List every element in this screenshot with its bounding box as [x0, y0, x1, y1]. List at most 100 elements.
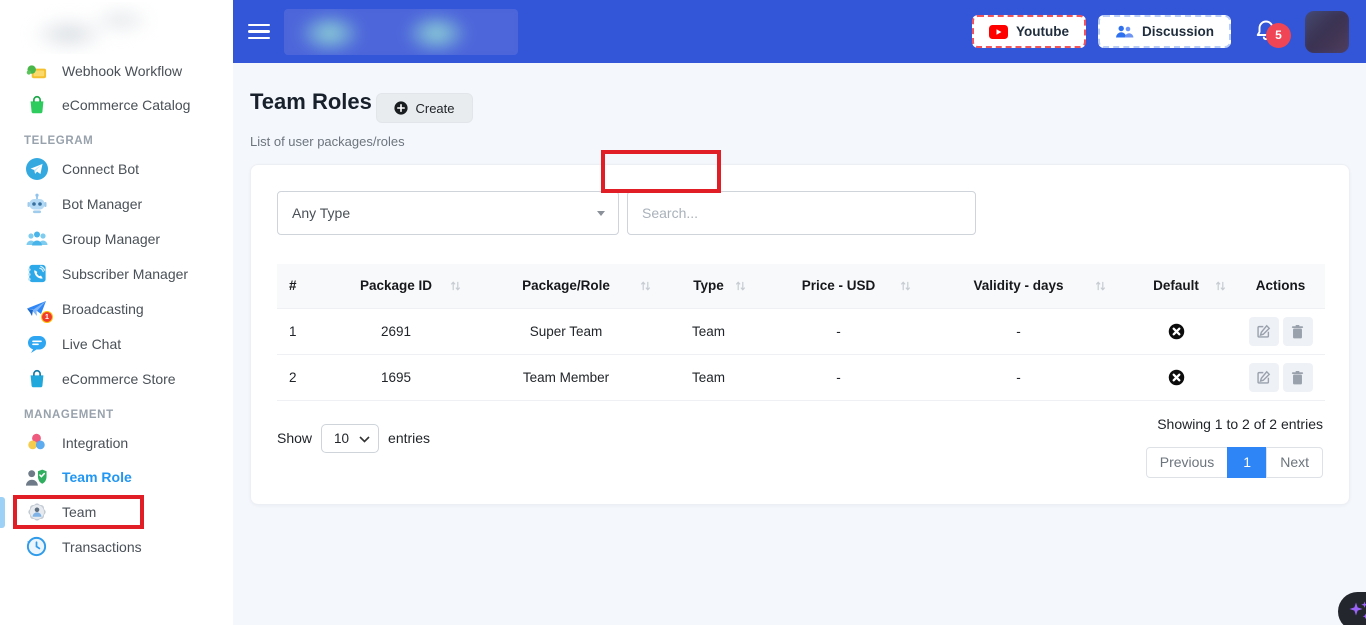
header-actions: Youtube Discussion 5: [972, 11, 1366, 53]
sidebar-item-live-chat[interactable]: Live Chat: [0, 326, 233, 361]
app-root: Webhook Workflow eCommerce Catalog TELEG…: [0, 0, 1366, 625]
sidebar-item-ecommerce-store[interactable]: eCommerce Store: [0, 361, 233, 396]
sidebar-item-label: Group Manager: [62, 231, 160, 247]
youtube-icon: [989, 25, 1008, 39]
type-cell: Team: [661, 354, 756, 400]
column-header-validity[interactable]: Validity - days: [921, 264, 1116, 308]
showing-entries-text: Showing 1 to 2 of 2 entries: [1157, 416, 1323, 432]
column-header-package-role[interactable]: Package/Role: [471, 264, 661, 308]
people-group-icon: [24, 226, 49, 251]
sidebar-item-subscriber-manager[interactable]: Subscriber Manager: [0, 256, 233, 291]
sort-icon[interactable]: [900, 280, 911, 292]
discussion-button-label: Discussion: [1142, 24, 1214, 39]
sidebar-item-bot-manager[interactable]: Bot Manager: [0, 186, 233, 221]
sidebar-item-transactions[interactable]: Transactions: [0, 529, 233, 564]
team-roles-table: # Package ID Package/Role Type Price - U…: [277, 264, 1325, 401]
package-id-cell: 1695: [321, 354, 471, 400]
sort-icon[interactable]: [450, 280, 461, 292]
page-size-select[interactable]: 10: [321, 424, 379, 453]
column-header-actions: Actions: [1236, 264, 1325, 308]
column-header-type[interactable]: Type: [661, 264, 756, 308]
delete-button[interactable]: [1283, 363, 1313, 392]
youtube-button-label: Youtube: [1016, 24, 1069, 39]
sidebar-item-integration[interactable]: Integration: [0, 425, 233, 460]
sidebar-item-ecommerce-catalog[interactable]: eCommerce Catalog: [0, 88, 233, 122]
people-discussion-icon: [1115, 24, 1134, 39]
table-header-row: # Package ID Package/Role Type Price - U…: [277, 264, 1325, 308]
package-role-cell: Super Team: [471, 308, 661, 354]
page-1-button[interactable]: 1: [1227, 447, 1267, 478]
hamburger-menu-icon[interactable]: [248, 20, 272, 44]
chat-bubble-icon: [24, 331, 49, 356]
broadcasting-count-badge: 1: [41, 311, 53, 323]
sidebar-item-team[interactable]: Team: [0, 494, 233, 529]
type-filter-select[interactable]: Any Type: [277, 191, 619, 235]
previous-page-button[interactable]: Previous: [1146, 447, 1228, 478]
price-cell: -: [756, 308, 921, 354]
edit-button[interactable]: [1249, 317, 1279, 346]
row-number: 1: [277, 308, 321, 354]
edit-pencil-icon: [1256, 370, 1271, 385]
notifications-button[interactable]: 5: [1253, 12, 1287, 52]
type-cell: Team: [661, 308, 756, 354]
plus-circle-icon: [394, 101, 408, 115]
sidebar-item-label: Live Chat: [62, 336, 121, 352]
sidebar-item-label: Subscriber Manager: [62, 266, 188, 282]
sidebar-item-team-role[interactable]: Team Role: [0, 460, 233, 494]
sidebar-item-label: eCommerce Catalog: [62, 97, 190, 113]
webhook-workflow-icon: [24, 59, 49, 84]
clock-history-icon: [24, 534, 49, 559]
app-logo[interactable]: [8, 2, 158, 54]
search-input[interactable]: [627, 191, 976, 235]
column-header-package-id[interactable]: Package ID: [321, 264, 471, 308]
blurred-avatar-image: [1305, 11, 1349, 53]
pagination-area: Showing 1 to 2 of 2 entries Previous 1 N…: [1146, 416, 1323, 478]
sort-icon[interactable]: [735, 280, 746, 292]
column-header-num: #: [277, 264, 321, 308]
sidebar-item-webhook-workflow[interactable]: Webhook Workflow: [0, 54, 233, 88]
package-id-cell: 2691: [321, 308, 471, 354]
active-item-indicator: [0, 497, 5, 528]
sort-icon[interactable]: [1215, 280, 1226, 292]
youtube-button[interactable]: Youtube: [972, 15, 1086, 48]
delete-button[interactable]: [1283, 317, 1313, 346]
trash-icon: [1291, 324, 1304, 339]
sidebar-item-group-manager[interactable]: Group Manager: [0, 221, 233, 256]
default-disabled-icon: [1168, 323, 1185, 340]
sidebar-item-broadcasting[interactable]: 1 Broadcasting: [0, 291, 233, 326]
default-cell: [1116, 308, 1236, 354]
team-roles-card: Any Type # Package ID Package/Role Type: [250, 164, 1350, 505]
paper-plane-icon: 1: [24, 296, 49, 321]
create-button[interactable]: Create: [376, 93, 473, 123]
user-avatar[interactable]: [1305, 11, 1349, 53]
row-number: 2: [277, 354, 321, 400]
type-filter-value: Any Type: [292, 205, 350, 221]
top-header: Youtube Discussion 5: [233, 0, 1366, 63]
gear-person-icon: [24, 499, 49, 524]
shopping-bag-green-icon: [24, 93, 49, 118]
sidebar-item-connect-bot[interactable]: Connect Bot: [0, 151, 233, 186]
sidebar-item-label: Broadcasting: [62, 301, 144, 317]
column-header-price[interactable]: Price - USD: [756, 264, 921, 308]
sidebar-item-label: Team: [62, 504, 96, 520]
sidebar-item-label: Integration: [62, 435, 128, 451]
robot-icon: [24, 191, 49, 216]
actions-cell: [1236, 354, 1325, 400]
page-size-control: Show 10 entries: [277, 424, 430, 453]
sort-icon[interactable]: [1095, 280, 1106, 292]
edit-button[interactable]: [1249, 363, 1279, 392]
blurred-bot-selector[interactable]: [284, 9, 518, 55]
next-page-button[interactable]: Next: [1266, 447, 1323, 478]
trash-icon: [1291, 370, 1304, 385]
column-header-default[interactable]: Default: [1116, 264, 1236, 308]
colored-circles-icon: [24, 430, 49, 455]
sort-icon[interactable]: [640, 280, 651, 292]
table-footer: Show 10 entries Showing 1 to 2 of 2 entr…: [277, 416, 1323, 478]
create-button-label: Create: [415, 101, 454, 116]
sidebar-item-label: eCommerce Store: [62, 371, 176, 387]
discussion-button[interactable]: Discussion: [1098, 15, 1231, 48]
chevron-down-icon: [359, 436, 370, 443]
filters-row: Any Type: [277, 191, 1323, 235]
page-size-value: 10: [334, 431, 349, 446]
actions-cell: [1236, 308, 1325, 354]
